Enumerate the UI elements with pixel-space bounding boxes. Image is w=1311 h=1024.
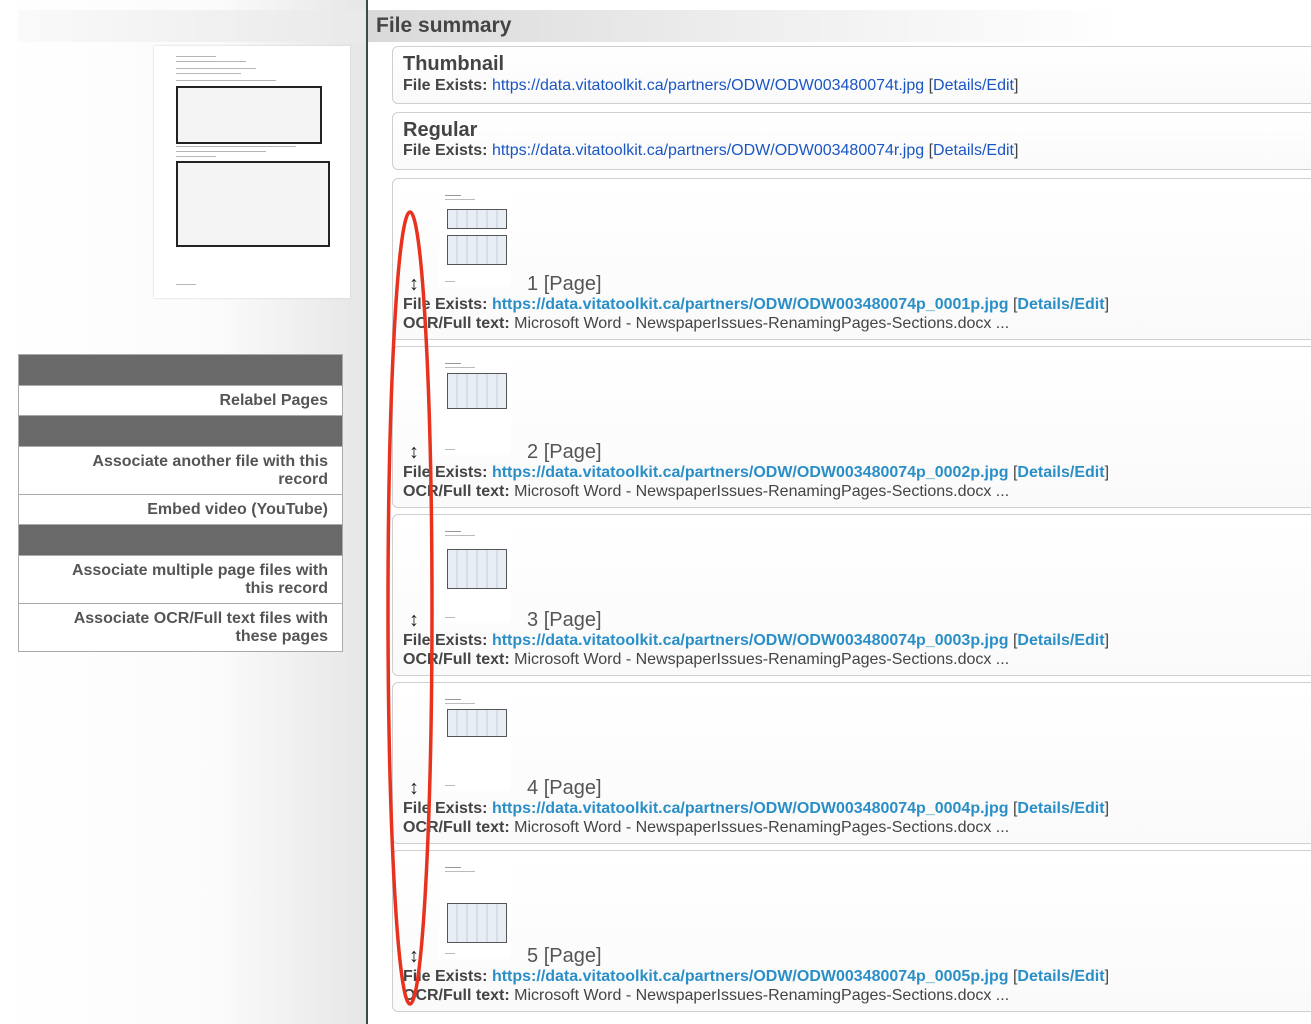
page-type: [Page]: [543, 609, 602, 631]
file-exists-label: File Exists:: [403, 142, 488, 159]
regular-details-link[interactable]: Details/Edit: [933, 142, 1014, 159]
document-preview-thumbnail[interactable]: [154, 46, 350, 298]
sidebar-header-bar: [18, 10, 367, 42]
drag-handle-icon[interactable]: ↕: [409, 777, 419, 800]
drag-handle-icon[interactable]: ↕: [409, 273, 419, 296]
thumbnail-file-link[interactable]: https://data.vitatoolkit.ca/partners/ODW…: [492, 77, 924, 94]
page-label: 4 [Page]: [527, 777, 602, 800]
ocr-label: OCR/Full text:: [403, 315, 510, 332]
page-file-link[interactable]: https://data.vitatoolkit.ca/partners/ODW…: [492, 800, 1009, 817]
page-ocr-line: OCR/Full text: Microsoft Word - Newspape…: [403, 315, 1009, 333]
thumbnail-title: Thumbnail: [403, 53, 505, 75]
ocr-label: OCR/Full text:: [403, 651, 510, 668]
ocr-text: Microsoft Word - NewspaperIssues-Renamin…: [514, 819, 1010, 836]
page-file-line: File Exists: https://data.vitatoolkit.ca…: [403, 632, 1110, 649]
page-ocr-line: OCR/Full text: Microsoft Word - Newspape…: [403, 819, 1009, 837]
page-number: 2: [527, 441, 539, 463]
ocr-label: OCR/Full text:: [403, 819, 510, 836]
page-file-link[interactable]: https://data.vitatoolkit.ca/partners/ODW…: [492, 296, 1009, 313]
page-card: ↕ 1 [Page] File Exists: https://data.vitat…: [392, 178, 1311, 340]
ocr-text: Microsoft Word - NewspaperIssues-Renamin…: [514, 651, 1010, 668]
page-thumbnail[interactable]: [439, 527, 511, 623]
menu-section-header: [19, 416, 342, 447]
ocr-text: Microsoft Word - NewspaperIssues-Renamin…: [514, 315, 1010, 332]
thumbnail-card: Thumbnail File Exists: https://data.vita…: [392, 46, 1311, 104]
page-thumbnail[interactable]: [439, 191, 511, 287]
file-exists-label: File Exists:: [403, 632, 488, 649]
page-type: [Page]: [543, 441, 602, 463]
file-exists-label: File Exists:: [403, 296, 488, 313]
page-file-line: File Exists: https://data.vitatoolkit.ca…: [403, 464, 1110, 481]
page-thumbnail[interactable]: [439, 695, 511, 791]
ocr-label: OCR/Full text:: [403, 987, 510, 1004]
menu-item-associate-ocr-full-text-files-with-these-pages[interactable]: Associate OCR/Full text files with these…: [19, 604, 342, 651]
actions-menu: Relabel Pages Associate another file with…: [18, 354, 343, 652]
regular-title: Regular: [403, 119, 478, 141]
page-label: 1 [Page]: [527, 273, 602, 296]
page-card: ↕ 3 [Page] File Exists: https://data.vitat…: [392, 514, 1311, 676]
page-type: [Page]: [543, 273, 602, 295]
page-ocr-line: OCR/Full text: Microsoft Word - Newspape…: [403, 483, 1009, 501]
page-file-link[interactable]: https://data.vitatoolkit.ca/partners/ODW…: [492, 968, 1009, 985]
page-details-link[interactable]: Details/Edit: [1017, 464, 1104, 481]
regular-file-link[interactable]: https://data.vitatoolkit.ca/partners/ODW…: [492, 142, 924, 159]
left-sidebar: Relabel Pages Associate another file with…: [0, 0, 367, 1024]
regular-file-line: File Exists: https://data.vitatoolkit.ca…: [403, 142, 1019, 159]
file-exists-label: File Exists:: [403, 77, 488, 94]
page-thumbnail[interactable]: [439, 863, 511, 959]
page-card: ↕ 2 [Page] File Exists: https://data.vitat…: [392, 346, 1311, 508]
page-file-line: File Exists: https://data.vitatoolkit.ca…: [403, 968, 1110, 985]
file-exists-label: File Exists:: [403, 464, 488, 481]
page-number: 4: [527, 777, 539, 799]
column-divider: [366, 0, 368, 1024]
menu-item-associate-multiple-page-files-with-this-record[interactable]: Associate multiple page files with this …: [19, 556, 342, 604]
file-summary-header: File summary: [368, 10, 1311, 42]
page-file-link[interactable]: https://data.vitatoolkit.ca/partners/ODW…: [492, 464, 1009, 481]
thumbnail-details-link[interactable]: Details/Edit: [933, 77, 1014, 94]
page-number: 5: [527, 945, 539, 967]
page-label: 5 [Page]: [527, 945, 602, 968]
page-number: 1: [527, 273, 539, 295]
file-exists-label: File Exists:: [403, 800, 488, 817]
thumbnail-file-line: File Exists: https://data.vitatoolkit.ca…: [403, 77, 1019, 94]
page-details-link[interactable]: Details/Edit: [1017, 296, 1104, 313]
ocr-text: Microsoft Word - NewspaperIssues-Renamin…: [514, 987, 1010, 1004]
page-type: [Page]: [543, 945, 602, 967]
page-file-line: File Exists: https://data.vitatoolkit.ca…: [403, 800, 1110, 817]
page-card: ↕ 4 [Page] File Exists: https://data.vitat…: [392, 682, 1311, 844]
ocr-text: Microsoft Word - NewspaperIssues-Renamin…: [514, 483, 1010, 500]
page-file-line: File Exists: https://data.vitatoolkit.ca…: [403, 296, 1110, 313]
page-card: ↕ 5 [Page] File Exists: https://data.vitat…: [392, 850, 1311, 1012]
file-exists-label: File Exists:: [403, 968, 488, 985]
page-label: 2 [Page]: [527, 441, 602, 464]
page-details-link[interactable]: Details/Edit: [1017, 800, 1104, 817]
page-ocr-line: OCR/Full text: Microsoft Word - Newspape…: [403, 651, 1009, 669]
menu-item-associate-another-file-with-this-record[interactable]: Associate another file with this record: [19, 447, 342, 495]
menu-item-relabel-pages[interactable]: Relabel Pages: [19, 386, 342, 416]
drag-handle-icon[interactable]: ↕: [409, 441, 419, 464]
drag-handle-icon[interactable]: ↕: [409, 609, 419, 632]
menu-section-header: [19, 525, 342, 556]
page-details-link[interactable]: Details/Edit: [1017, 968, 1104, 985]
page-ocr-line: OCR/Full text: Microsoft Word - Newspape…: [403, 987, 1009, 1005]
page-label: 3 [Page]: [527, 609, 602, 632]
menu-section-header: [19, 355, 342, 386]
page-details-link[interactable]: Details/Edit: [1017, 632, 1104, 649]
page-type: [Page]: [543, 777, 602, 799]
page-title: File summary: [376, 14, 512, 37]
ocr-label: OCR/Full text:: [403, 483, 510, 500]
page-number: 3: [527, 609, 539, 631]
menu-item-embed-video-youtube[interactable]: Embed video (YouTube): [19, 495, 342, 525]
page-file-link[interactable]: https://data.vitatoolkit.ca/partners/ODW…: [492, 632, 1009, 649]
regular-card: Regular File Exists: https://data.vitato…: [392, 112, 1311, 170]
drag-handle-icon[interactable]: ↕: [409, 945, 419, 968]
page-thumbnail[interactable]: [439, 359, 511, 455]
